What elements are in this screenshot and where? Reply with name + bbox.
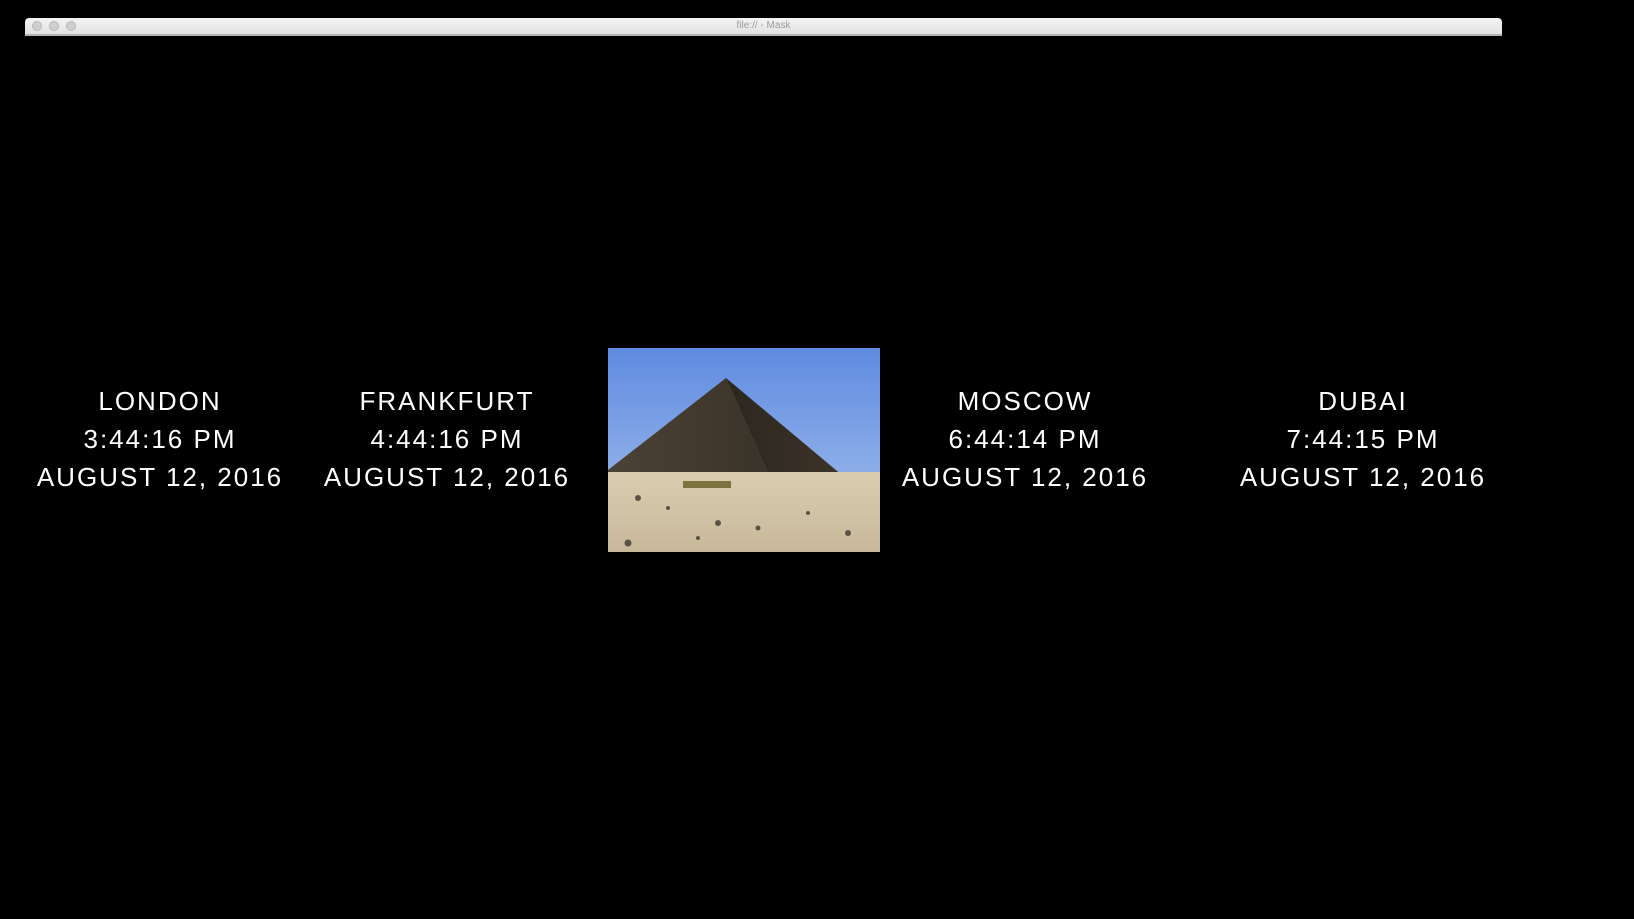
clock-time: 6:44:14 PM — [948, 424, 1102, 454]
clock-london: LONDON 3:44:16 PM AUGUST 12, 2016 — [15, 382, 305, 496]
city-name: FRANKFURT — [359, 386, 535, 416]
clock-time: 4:44:16 PM — [370, 424, 524, 454]
clock-time: 3:44:16 PM — [83, 424, 237, 454]
clock-frankfurt: FRANKFURT 4:44:16 PM AUGUST 12, 2016 — [302, 382, 592, 496]
city-name: LONDON — [98, 386, 222, 416]
clock-dubai: DUBAI 7:44:15 PM AUGUST 12, 2016 — [1218, 382, 1508, 496]
window-title-bar[interactable]: file:// - Mask — [25, 18, 1502, 36]
pyramid-image — [608, 348, 880, 552]
clock-date: AUGUST 12, 2016 — [36, 462, 284, 492]
clock-moscow: MOSCOW 6:44:14 PM AUGUST 12, 2016 — [880, 382, 1170, 496]
clock-time: 7:44:15 PM — [1286, 424, 1440, 454]
clock-date: AUGUST 12, 2016 — [901, 462, 1149, 492]
clock-date: AUGUST 12, 2016 — [323, 462, 571, 492]
pyramid-photo — [608, 348, 880, 552]
city-name: MOSCOW — [957, 386, 1093, 416]
clock-date: AUGUST 12, 2016 — [1239, 462, 1487, 492]
city-name: DUBAI — [1318, 386, 1408, 416]
window-title: file:// - Mask — [736, 20, 791, 31]
